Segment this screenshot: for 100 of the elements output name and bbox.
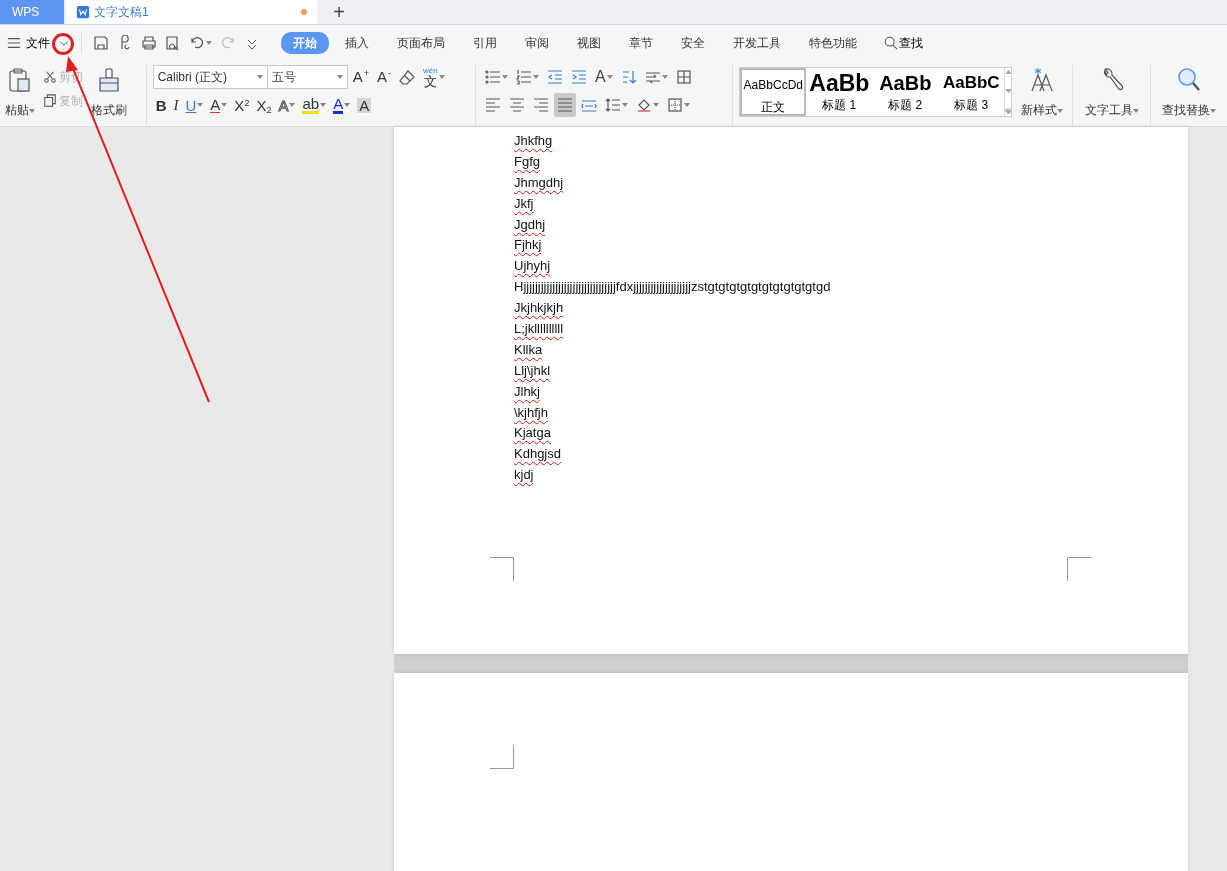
caret-icon [1210,108,1217,113]
caret-icon [606,75,613,79]
fill-icon [635,97,652,113]
document-line: L;jkllllllllll [514,320,565,338]
sort-icon [620,69,637,85]
ribbon-tab[interactable]: 审阅 [513,32,561,54]
document-line: Kllka [514,340,544,359]
caret-icon [652,103,659,107]
text-tools-button[interactable]: 文字工具 [1081,65,1142,121]
document-title: 文字文稿1 [94,4,149,21]
font-size-button[interactable]: A$^{+}$ [349,65,372,89]
line-arrows-icon [644,69,661,85]
style-option[interactable]: AaBb 标题 1 [806,68,873,116]
document-line: \kjhfjh [514,403,549,422]
ribbon-tab[interactable]: 插入 [333,32,381,54]
caret-icon [501,75,508,79]
caret-icon [532,75,539,79]
caret-icon [344,103,351,107]
ribbon-tab[interactable]: 引用 [461,32,509,54]
italic-button[interactable]: I [170,93,182,117]
shading-button[interactable]: A [354,93,375,117]
document-line: Jhkfhg [514,132,554,150]
document-line: Ujhyhj [514,257,552,276]
caret-icon [221,103,228,107]
more-icon [1005,108,1012,114]
caret-icon [197,103,204,107]
document-line: Fjhkj [514,236,543,255]
find-replace-button[interactable]: 查找替换 [1159,65,1220,121]
caret-icon [438,75,445,79]
caret-icon [1057,108,1064,113]
font-size-field[interactable]: 五号 [267,65,348,89]
menu-icon [7,36,21,50]
document-line: Jhmgdhj [514,173,565,192]
paragraph-button[interactable]: A [591,65,616,89]
caret-icon [206,41,212,45]
document-line: kjdj [514,466,535,485]
style-option[interactable]: AaBbCcDd 正文 [740,68,807,116]
caret-icon [336,75,343,79]
search-button[interactable]: 查找 [881,31,926,55]
numbered-list-icon [515,69,532,85]
scroll-down-icon [1005,89,1012,93]
document-line: Hjjjjjjjjjjjjjjjjjjjjjjjjjjjjjjjjfdxjjjjjjjjjjjjjjjjjjjjzstgtgtgtgtgtgtgtgtgtgtgd [514,278,832,297]
paste-button[interactable]: 粘贴 [2,65,38,121]
annotation-circle [52,33,74,55]
document-tab[interactable]: 文字文稿1 [66,0,317,24]
search-icon [884,36,898,50]
borders-icon [666,97,683,113]
style-option[interactable]: AaBbC 标题 3 [938,68,1005,116]
bold-button[interactable]: B [152,93,170,117]
style-option[interactable]: AaBb 标题 2 [872,68,939,116]
strikethrough-button[interactable]: A [207,93,231,117]
text-effect-button[interactable]: A [275,93,299,117]
ribbon-tab[interactable]: 安全 [669,32,717,54]
undo-icon [189,35,205,51]
ribbon-tab[interactable]: 开发工具 [721,32,793,54]
align-left-icon [484,97,501,113]
highlight-button[interactable]: ab [299,93,330,117]
ribbon-tab[interactable]: 视图 [565,32,613,54]
new-tab-button[interactable]: + [317,0,361,24]
redo-icon [220,35,236,51]
brush-icon [96,67,122,93]
caret-icon [621,103,628,107]
caret-icon [29,108,35,113]
caret-icon [683,103,690,107]
distribute-icon [580,97,597,113]
ribbon-tab[interactable]: 特色功能 [797,32,869,54]
align-right-icon [532,97,549,113]
document-line: Jkfj [514,194,535,213]
font-name-field[interactable]: Calibri (正文) [152,65,268,89]
document-line: Llj\jhkl [514,361,552,380]
grid-icon [675,69,692,85]
clipboard-icon [7,67,33,93]
outdent-icon [546,69,563,85]
font-size-button[interactable]: A$^{-}$ [373,65,394,89]
caret-icon [289,103,296,107]
align-center-icon [508,97,525,113]
font-color-button[interactable]: A [330,93,354,117]
caret-icon [320,103,327,107]
save-icon [93,35,109,51]
document-line: Fgfg [514,152,541,171]
document-line: Jlhkj [514,382,541,401]
superscript-button[interactable]: X$^{2}$ [231,93,253,117]
document-line: Jgdhj [514,215,547,234]
document-line: Kjatga [514,424,552,443]
paragraph-button[interactable] [553,93,576,117]
caret-icon [1132,108,1139,113]
magnifier-icon [1176,67,1203,93]
format-painter-button[interactable]: 格式刷 [88,65,130,121]
underline-button[interactable]: U [182,93,207,117]
subscript-button[interactable]: X$_{2}$ [253,93,275,117]
ribbon-tab[interactable]: 章节 [617,32,665,54]
new-style-button[interactable]: 新样式 [1018,65,1067,121]
caret-icon [256,75,263,79]
print-icon [141,35,157,51]
preview-icon [165,35,181,51]
scroll-up-icon [1005,70,1012,74]
scissors-icon [43,70,57,84]
menu-button[interactable]: 文件 [4,31,53,55]
phonetic-guide-button[interactable]: wén 文 [419,65,448,89]
ribbon-tab[interactable]: 页面布局 [385,32,457,54]
